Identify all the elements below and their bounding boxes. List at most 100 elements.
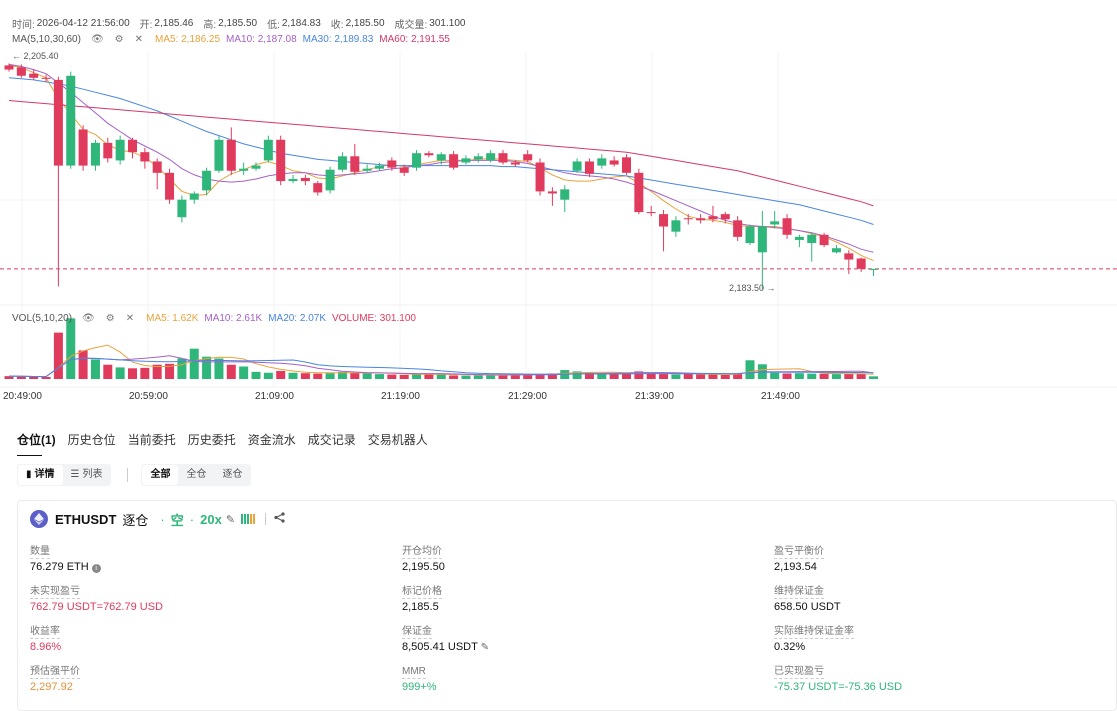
tab-open-orders[interactable]: 当前委托	[128, 425, 176, 455]
close-icon[interactable]: ✕	[135, 34, 143, 45]
candle-body	[4, 65, 14, 70]
volume-bar	[733, 374, 743, 379]
candle-body	[288, 179, 298, 182]
settings-icon[interactable]: ⚙	[115, 34, 124, 45]
candle-body	[646, 212, 656, 214]
margin-label: 保证金	[402, 626, 432, 639]
candle-body	[782, 218, 792, 235]
volume-bar	[90, 359, 100, 379]
candle-body	[436, 154, 446, 161]
position-header: ETHUSDT 逐仓 · 空 · 20x ✎	[30, 509, 285, 529]
info-icon[interactable]: i	[91, 564, 101, 573]
separator-dot: ·	[189, 511, 195, 527]
candle-body	[115, 139, 125, 161]
volume-bar	[362, 373, 372, 379]
candle-body	[696, 218, 706, 221]
candle-body	[757, 226, 767, 253]
kline-chart[interactable]: ← 2,205.40 2,183.50 → 时间: 2026-04-12 21:56…	[0, 0, 1117, 421]
volume-bar	[189, 348, 199, 379]
eye-icon[interactable]: 👁	[82, 313, 95, 324]
volume-bar	[782, 373, 792, 379]
time-value: 2026-04-12 21:56:00	[36, 18, 130, 29]
max-price-label: ← 2,205.40	[12, 51, 59, 61]
candle-body	[375, 165, 384, 169]
volume-bar	[66, 318, 76, 379]
volume-bar	[263, 372, 273, 379]
volume-bar	[276, 370, 286, 379]
time-axis-tick: 21:29:00	[508, 391, 547, 402]
volume-bar	[720, 374, 730, 379]
field-roe: 收益率 8.96%	[30, 625, 61, 653]
close-icon[interactable]: ✕	[126, 313, 134, 324]
candle-body	[461, 158, 471, 163]
volume-bar	[239, 366, 249, 379]
time-axis-tick: 21:09:00	[255, 391, 294, 402]
entry-price-label: 开仓均价	[402, 546, 442, 559]
volume-bar	[313, 373, 323, 379]
field-entry-price: 开仓均价 2,195.50	[402, 545, 445, 573]
filter-cross-button[interactable]: 全仓	[178, 465, 214, 485]
ma30-value: MA30: 2,189.83	[302, 34, 374, 45]
volume-bar	[745, 360, 755, 379]
tab-trade-history[interactable]: 成交记录	[308, 425, 356, 455]
list-view-button[interactable]: ☰ 列表	[63, 465, 111, 485]
view-toggle: ▮ 详情 ☰ 列表	[17, 464, 112, 486]
candle-body	[770, 221, 780, 225]
breakeven-price-value: 2,193.54	[774, 561, 817, 573]
ma60-value: MA60: 2,191.55	[379, 34, 450, 45]
candle-body	[659, 214, 669, 227]
volume-label: 成交量:	[394, 20, 428, 31]
ma5-value: MA5: 2,186.25	[155, 34, 221, 45]
candlestick-chart-svg[interactable]: ← 2,205.40 2,183.50 →	[0, 0, 1117, 421]
candle-body	[313, 183, 323, 193]
candle-body	[78, 129, 88, 166]
candle-body	[708, 216, 718, 220]
volume-bar	[103, 364, 113, 379]
tab-trading-bots[interactable]: 交易机器人	[368, 425, 428, 455]
candle-body	[66, 75, 76, 166]
liquidation-price-label: 预估强平价	[30, 666, 80, 679]
leverage-value: 20x	[200, 511, 222, 527]
margin-filter: 全部 全仓 逐仓	[141, 464, 252, 486]
detail-view-button[interactable]: ▮ 详情	[18, 465, 63, 485]
edit-margin-icon[interactable]: ✎	[481, 642, 489, 653]
tab-position-history[interactable]: 历史仓位	[68, 425, 116, 455]
vol-indicator-name: VOL(5,10,20)	[12, 313, 73, 324]
position-tabs: 仓位(1) 历史仓位 当前委托 历史委托 资金流水 成交记录 交易机器人	[0, 424, 1117, 457]
field-realized-pnl: 已实现盈亏 -75.37 USDT=-75.36 USD	[774, 665, 902, 693]
volume-bar	[226, 364, 236, 379]
candle-body	[473, 156, 483, 160]
candle-body	[486, 153, 496, 161]
volume-bar	[412, 374, 422, 379]
volume-bar	[807, 373, 817, 379]
candle-body	[720, 214, 730, 220]
filter-isolated-button[interactable]: 逐仓	[214, 465, 250, 485]
ma-indicator-name: MA(5,10,30,60)	[12, 34, 81, 45]
share-icon[interactable]	[274, 512, 285, 526]
high-value: 2,185.50	[218, 18, 258, 29]
tab-funding-flow[interactable]: 资金流水	[248, 425, 296, 455]
low-value: 2,184.83	[281, 18, 321, 29]
settings-icon[interactable]: ⚙	[106, 313, 115, 324]
risk-level-icon	[241, 514, 256, 524]
breakeven-price-label: 盈亏平衡价	[774, 546, 824, 559]
tab-positions[interactable]: 仓位(1)	[17, 425, 56, 457]
candle-body	[177, 199, 187, 218]
candle-body	[807, 234, 817, 244]
ethereum-icon	[30, 510, 48, 528]
tab-order-history[interactable]: 历史委托	[188, 425, 236, 455]
candle-body	[387, 160, 397, 168]
candle-body	[609, 160, 619, 165]
time-axis-tick: 20:59:00	[129, 391, 168, 402]
candle-body	[745, 226, 755, 244]
volume-bar	[350, 372, 360, 379]
candle-body	[733, 220, 743, 237]
filter-all-button[interactable]: 全部	[142, 465, 179, 485]
volume-bar	[461, 375, 471, 379]
volume-bar	[16, 376, 26, 379]
candle-body	[671, 220, 681, 232]
volume-bar	[831, 374, 841, 379]
eye-icon[interactable]: 👁	[91, 34, 104, 45]
margin-mode: 逐仓	[122, 512, 149, 528]
edit-leverage-icon[interactable]: ✎	[226, 513, 235, 526]
